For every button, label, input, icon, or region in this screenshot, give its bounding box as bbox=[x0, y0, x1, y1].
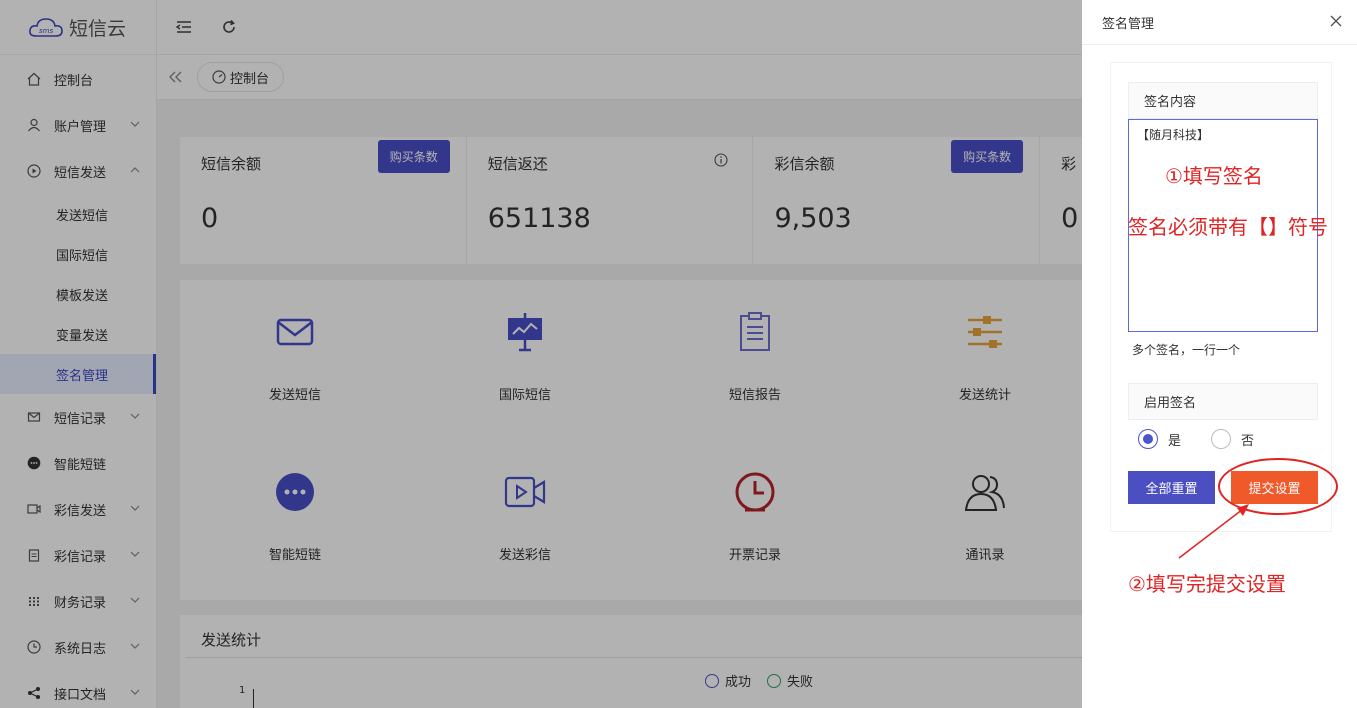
radio-yes[interactable] bbox=[1138, 429, 1158, 449]
annotation-arrow-icon bbox=[1178, 504, 1249, 559]
enable-radio-group: 是 否 bbox=[1138, 429, 1254, 449]
annotation-step2: ②填写完提交设置 bbox=[1128, 572, 1286, 596]
enable-signature-label: 启用签名 bbox=[1128, 383, 1318, 420]
annotation-step1-note: 签名必须带有【】符号 bbox=[1128, 215, 1328, 239]
annotation-step1: ①填写签名 bbox=[1165, 164, 1263, 188]
drawer-header: 签名管理 bbox=[1082, 0, 1357, 45]
radio-yes-label[interactable]: 是 bbox=[1168, 430, 1181, 449]
modal-backdrop[interactable] bbox=[0, 0, 1082, 708]
radio-no-label[interactable]: 否 bbox=[1241, 430, 1254, 449]
drawer-title: 签名管理 bbox=[1102, 16, 1155, 32]
signature-hint: 多个签名，一行一个 bbox=[1132, 343, 1241, 357]
signature-content-label: 签名内容 bbox=[1128, 82, 1318, 119]
radio-no[interactable] bbox=[1211, 429, 1232, 449]
signature-drawer: 签名管理 签名内容 【随月科技】 多个签名，一行一个 启用签名 是 否 全部重置… bbox=[1082, 0, 1357, 708]
close-icon[interactable] bbox=[1327, 12, 1345, 30]
